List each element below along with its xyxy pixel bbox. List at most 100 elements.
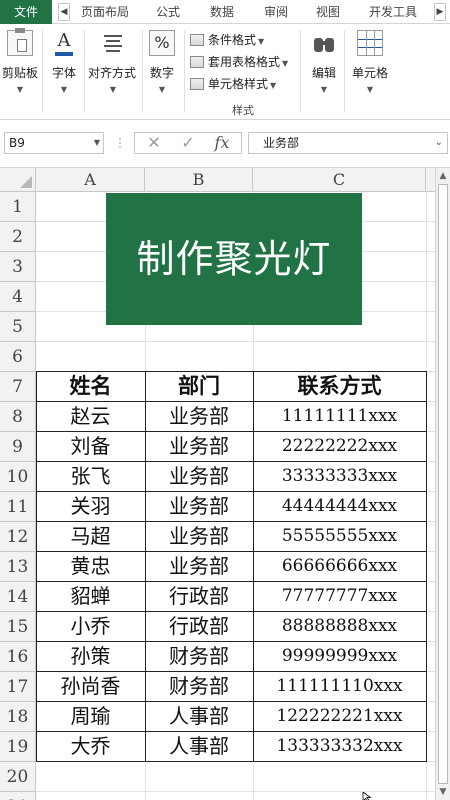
formula-input[interactable]: 业务部 ⌄	[248, 132, 448, 154]
table-header-cell[interactable]: 部门	[145, 371, 254, 402]
clipboard-label: 剪贴板	[1, 66, 38, 80]
table-cell[interactable]: 33333333xxx	[253, 461, 427, 492]
table-cell[interactable]: 人事部	[145, 701, 254, 732]
row-header[interactable]: 5	[0, 312, 36, 342]
title-banner: 制作聚光灯	[106, 193, 362, 325]
table-cell[interactable]: 22222222xxx	[253, 431, 427, 462]
row-header[interactable]: 17	[0, 672, 36, 702]
tab-formulas[interactable]: 公式	[148, 0, 188, 24]
table-cell[interactable]: 业务部	[145, 491, 254, 522]
table-cell[interactable]: 99999999xxx	[253, 641, 427, 672]
worksheet-grid[interactable]: A B C 123456789101112131415161718192021 …	[0, 168, 435, 800]
table-cell[interactable]: 周瑜	[36, 701, 146, 732]
chevron-down-icon: ▼	[282, 59, 289, 68]
row-header[interactable]: 6	[0, 342, 36, 372]
table-cell[interactable]: 赵云	[36, 401, 146, 432]
cancel-icon[interactable]: ✕	[139, 133, 169, 153]
row-header[interactable]: 4	[0, 282, 36, 312]
table-cell[interactable]: 业务部	[145, 521, 254, 552]
table-format-button[interactable]: 套用表格格式 ▼	[190, 52, 288, 72]
table-cell[interactable]: 貂蝉	[36, 581, 146, 612]
tab-page-layout[interactable]: 页面布局	[74, 0, 136, 24]
table-cell[interactable]: 88888888xxx	[253, 611, 427, 642]
scroll-up-icon[interactable]: ▲	[438, 170, 448, 182]
row-header[interactable]: 19	[0, 732, 36, 762]
table-cell[interactable]: 业务部	[145, 401, 254, 432]
row-header[interactable]: 1	[0, 192, 36, 222]
insert-function-icon[interactable]: fx	[207, 133, 237, 153]
table-cell[interactable]: 孙策	[36, 641, 146, 672]
tab-data[interactable]: 数据	[202, 0, 242, 24]
table-cell[interactable]: 大乔	[36, 731, 146, 762]
cells-button[interactable]: 单元格 ▼	[348, 30, 392, 114]
table-header-cell[interactable]: 联系方式	[253, 371, 427, 402]
table-cell[interactable]: 11111111xxx	[253, 401, 427, 432]
table-format-icon	[190, 56, 204, 68]
tab-scroll-right-button[interactable]: ▶	[434, 3, 446, 21]
row-header[interactable]: 13	[0, 552, 36, 582]
column-header-b[interactable]: B	[145, 168, 253, 192]
table-cell[interactable]: 66666666xxx	[253, 551, 427, 582]
table-cell[interactable]: 44444444xxx	[253, 491, 427, 522]
row-header[interactable]: 7	[0, 372, 36, 402]
row-header[interactable]: 16	[0, 642, 36, 672]
row-header[interactable]: 9	[0, 432, 36, 462]
table-cell[interactable]: 行政部	[145, 581, 254, 612]
table-cell[interactable]: 财务部	[145, 641, 254, 672]
table-cell[interactable]: 业务部	[145, 431, 254, 462]
table-header-cell[interactable]: 姓名	[36, 371, 146, 402]
clipboard-button[interactable]: 剪贴板 ▼	[0, 28, 40, 114]
more-options-icon[interactable]: ⋮	[114, 134, 126, 152]
table-cell[interactable]: 77777777xxx	[253, 581, 427, 612]
conditional-format-button[interactable]: 条件格式 ▼	[190, 30, 264, 50]
tab-review[interactable]: 审阅	[256, 0, 296, 24]
scroll-thumb[interactable]	[438, 184, 448, 784]
row-header[interactable]: 15	[0, 612, 36, 642]
scroll-down-icon[interactable]: ▼	[438, 786, 448, 798]
column-header-c[interactable]: C	[253, 168, 426, 192]
row-header[interactable]: 14	[0, 582, 36, 612]
name-box[interactable]: B9 ▼	[4, 132, 104, 154]
row-header[interactable]: 2	[0, 222, 36, 252]
table-cell[interactable]: 人事部	[145, 731, 254, 762]
cell-style-button[interactable]: 单元格样式 ▼	[190, 74, 276, 94]
table-cell[interactable]: 关羽	[36, 491, 146, 522]
table-cell[interactable]: 小乔	[36, 611, 146, 642]
column-header-a[interactable]: A	[36, 168, 145, 192]
chevron-down-icon: ▼	[270, 81, 277, 90]
table-cell[interactable]: 黄忠	[36, 551, 146, 582]
row-header[interactable]: 18	[0, 702, 36, 732]
table-cell[interactable]: 孙尚香	[36, 671, 146, 702]
table-cell[interactable]: 业务部	[145, 461, 254, 492]
table-cell[interactable]: 马超	[36, 521, 146, 552]
row-header[interactable]: 21	[0, 792, 36, 800]
table-cell[interactable]: 122222221xxx	[253, 701, 427, 732]
tab-scroll-left-button[interactable]: ◀	[58, 3, 70, 21]
conditional-format-label: 条件格式	[208, 33, 257, 47]
table-cell[interactable]: 张飞	[36, 461, 146, 492]
table-cell[interactable]: 行政部	[145, 611, 254, 642]
table-cell[interactable]: 财务部	[145, 671, 254, 702]
table-cell[interactable]: 业务部	[145, 551, 254, 582]
row-header[interactable]: 11	[0, 492, 36, 522]
row-header[interactable]: 8	[0, 402, 36, 432]
font-button[interactable]: A 字体 ▼	[44, 30, 84, 114]
confirm-icon[interactable]: ✓	[173, 133, 203, 153]
table-cell[interactable]: 刘备	[36, 431, 146, 462]
alignment-button[interactable]: 对齐方式 ▼	[88, 30, 136, 114]
tab-file[interactable]: 文件	[0, 0, 52, 24]
row-header[interactable]: 20	[0, 762, 36, 792]
column-header-d[interactable]	[426, 168, 435, 192]
row-header[interactable]: 12	[0, 522, 36, 552]
tab-view[interactable]: 视图	[308, 0, 348, 24]
editing-button[interactable]: 编辑 ▼	[304, 30, 344, 114]
row-header[interactable]: 3	[0, 252, 36, 282]
table-cell[interactable]: 133333332xxx	[253, 731, 427, 762]
vertical-scrollbar[interactable]: ▲ ▼	[435, 168, 450, 800]
table-cell[interactable]: 111111110xxx	[253, 671, 427, 702]
select-all-corner[interactable]	[0, 168, 36, 192]
row-header[interactable]: 10	[0, 462, 36, 492]
number-format-button[interactable]: % 数字 ▼	[142, 30, 182, 114]
table-cell[interactable]: 55555555xxx	[253, 521, 427, 552]
tab-developer[interactable]: 开发工具	[362, 0, 424, 24]
